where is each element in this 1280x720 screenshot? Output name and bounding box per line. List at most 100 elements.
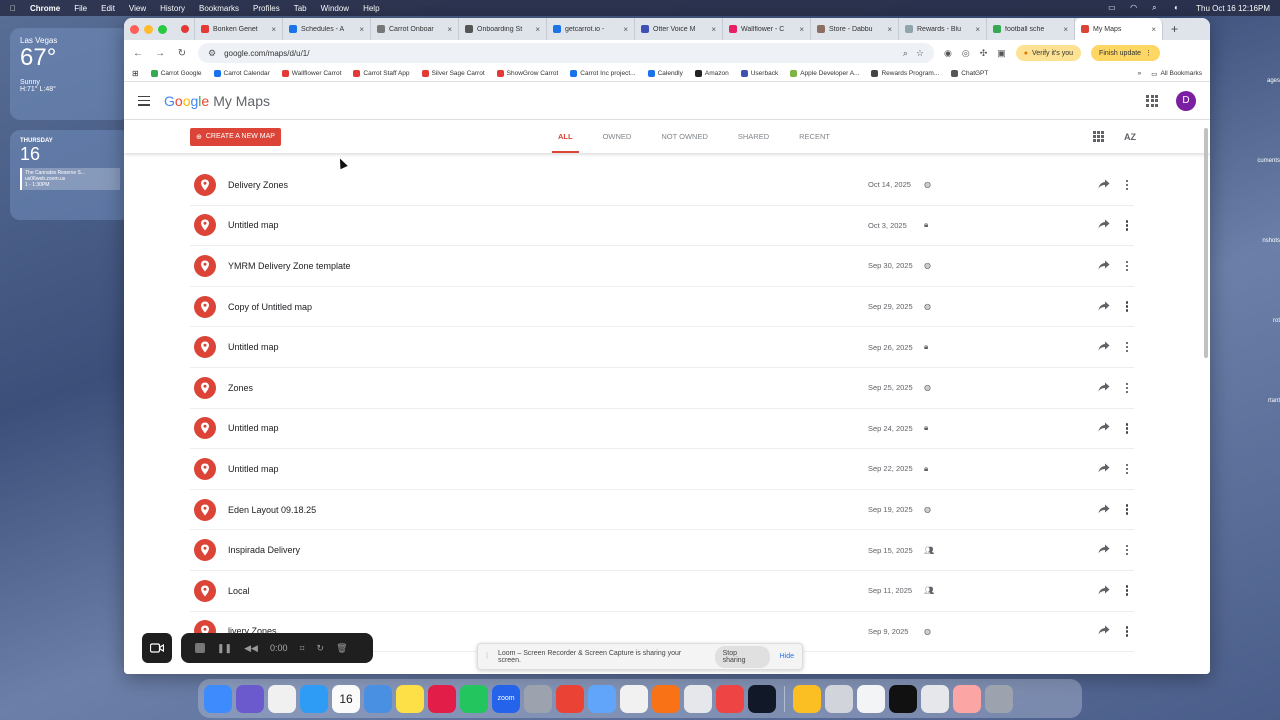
menubar-clock[interactable]: Thu Oct 16 12:16PM [1196,4,1270,13]
dock-app-icon[interactable] [556,684,584,713]
back-icon[interactable]: ← [132,48,144,59]
close-tab-icon[interactable]: × [447,25,452,34]
extension-icon[interactable]: ◉ [944,48,952,59]
menu-window[interactable]: Window [321,4,349,13]
site-info-icon[interactable]: ⚙ [208,48,216,59]
more-options-icon[interactable] [1124,544,1130,556]
bookmark-item[interactable]: Silver Sage Carrot [421,70,485,77]
close-tab-icon[interactable]: × [975,25,980,34]
table-row[interactable]: Inspirada Delivery Sep 15, 2025 👥︎ [190,530,1134,571]
dock-app-icon[interactable] [268,684,296,713]
share-icon[interactable] [1098,257,1110,275]
browser-tab[interactable]: Boriken Genet × [195,18,283,40]
table-row[interactable]: Untitled map Sep 26, 2025 🔒︎ [190,327,1134,368]
desktop-item-label[interactable]: rot [1244,318,1280,324]
browser-tab[interactable]: Wallflower - C × [723,18,811,40]
map-name[interactable]: Untitled map [228,464,868,474]
dock-app-icon[interactable] [428,684,456,713]
dock-app-icon[interactable] [684,684,712,713]
share-icon[interactable] [1098,176,1110,194]
dock-app-icon[interactable] [953,684,981,713]
map-name[interactable]: Zones [228,383,868,393]
dock-app-icon[interactable] [825,684,853,713]
bookmark-item[interactable]: Apple Developer A... [790,70,859,77]
app-menu-chrome[interactable]: Chrome [30,4,60,13]
dock-app-icon[interactable] [857,684,885,713]
more-options-icon[interactable] [1124,423,1130,434]
map-name[interactable]: Untitled map [228,423,868,433]
browser-tab[interactable]: My Maps × [1075,18,1163,40]
dock-app-icon[interactable] [985,684,1013,713]
browser-tab[interactable]: Carrot Onboar × [371,18,459,40]
side-panel-icon[interactable]: ▣ [997,48,1006,59]
bookmark-item[interactable]: Userback [740,70,778,77]
reload-icon[interactable]: ↻ [176,48,188,59]
bookmark-item[interactable]: Calendly [647,70,683,77]
dock-app-icon[interactable] [204,684,232,713]
table-row[interactable]: Delivery Zones Oct 14, 2025 ◍ [190,165,1134,206]
menu-icon[interactable] [138,95,150,106]
forward-icon[interactable]: → [154,48,166,59]
close-tab-icon[interactable]: × [1063,25,1068,34]
create-new-map-button[interactable]: ⊕ Create a new map [190,127,281,146]
stop-recording-button[interactable] [195,643,205,653]
menu-bookmarks[interactable]: Bookmarks [199,4,239,13]
new-tab-button[interactable]: + [1163,22,1186,36]
close-tab-icon[interactable]: × [799,25,804,34]
bookmark-star-icon[interactable]: ☆ [916,48,924,59]
hide-button[interactable]: Hide [780,653,794,660]
dock-app-icon[interactable] [889,684,917,713]
table-row[interactable]: Eden Layout 09.18.25 Sep 19, 2025 ◍ [190,490,1134,531]
map-name[interactable]: Untitled map [228,220,868,230]
dock-app-icon[interactable] [396,684,424,713]
map-name[interactable]: Untitled map [228,342,868,352]
tab-recording[interactable] [177,18,195,40]
more-options-icon[interactable] [1124,626,1130,637]
drag-handle-icon[interactable]: ⁞ [486,653,488,660]
sort-az-icon[interactable]: AZ [1124,132,1136,142]
bookmark-item[interactable]: Carrot Google [150,70,202,77]
table-row[interactable]: Untitled map Sep 24, 2025 🔒︎ [190,409,1134,450]
map-name[interactable]: Local [228,586,868,596]
browser-tab[interactable]: Otter Voice M × [635,18,723,40]
share-icon[interactable] [1098,419,1110,437]
browser-tab[interactable]: getcarrot.io - × [547,18,635,40]
share-icon[interactable] [1098,216,1110,234]
zoom-icon[interactable]: ⌕ [903,48,908,59]
share-icon[interactable] [1098,582,1110,600]
verify-button[interactable]: ● Verify it's you [1015,45,1082,61]
battery-icon[interactable]: ▭ [1108,4,1118,12]
scrollbar[interactable] [1204,128,1208,358]
dock-app-icon[interactable] [588,684,616,713]
browser-tab[interactable]: Schedules - A × [283,18,371,40]
google-apps-icon[interactable] [1146,94,1158,107]
dock-app-icon[interactable] [716,684,744,713]
dock-app-icon[interactable] [921,684,949,713]
more-options-icon[interactable] [1124,220,1130,231]
apple-icon[interactable]:  [10,4,16,13]
browser-tab[interactable]: football sche × [987,18,1075,40]
dock-app-icon[interactable] [364,684,392,713]
tab-not-owned[interactable]: Not owned [655,120,714,153]
browser-tab[interactable]: Rewards - Blu × [899,18,987,40]
bookmark-item[interactable]: ShowGrow Carrot [496,70,558,77]
drawing-icon[interactable]: ⌗ [299,643,304,654]
calendar-event[interactable]: The Cannabis Reserve S... us06web.zoom.u… [20,168,120,190]
more-options-icon[interactable] [1124,260,1130,272]
grid-view-icon[interactable] [1093,131,1104,142]
desktop-item-label[interactable]: ages [1244,78,1280,84]
close-tab-icon[interactable]: × [711,25,716,34]
all-bookmarks-button[interactable]: ▭ All Bookmarks [1151,70,1202,78]
desktop-item-label[interactable]: cuments [1244,158,1280,164]
rewind-icon[interactable]: ◀◀ [244,643,258,654]
share-icon[interactable] [1098,541,1110,559]
menu-history[interactable]: History [160,4,185,13]
menu-help[interactable]: Help [363,4,379,13]
map-name[interactable]: Inspirada Delivery [228,545,868,555]
bookmark-item[interactable]: Wallflower Carrot [281,70,341,77]
loom-camera-button[interactable] [142,633,172,663]
share-icon[interactable] [1098,379,1110,397]
minimize-window-button[interactable] [144,24,153,34]
close-tab-icon[interactable]: × [1151,25,1156,34]
bookmark-item[interactable]: Rewards Program... [871,70,939,77]
